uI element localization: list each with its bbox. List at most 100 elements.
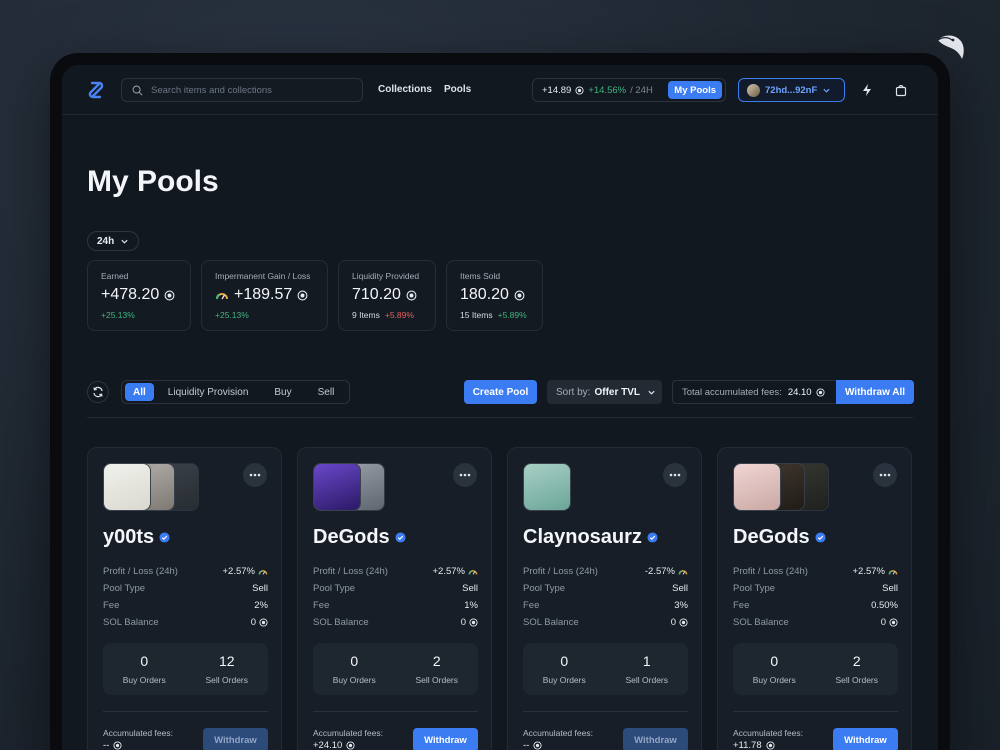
filter-tab-liquidity-provision[interactable]: Liquidity Provision	[156, 383, 261, 401]
sol-coin-icon	[766, 741, 775, 750]
pool-row-fee: Fee 1%	[313, 600, 478, 611]
create-pool-button[interactable]: Create Pool	[464, 380, 537, 404]
stat-change: +5.89%	[384, 310, 414, 320]
period-dropdown[interactable]: 24h	[87, 231, 139, 251]
sol-coin-icon	[889, 618, 898, 627]
stat-value: 710.20	[352, 286, 401, 303]
nav-link-collections[interactable]: Collections	[378, 84, 432, 95]
filter-tab-buy[interactable]: Buy	[262, 383, 303, 401]
more-options-button[interactable]	[663, 463, 687, 487]
gauge-icon	[468, 570, 478, 575]
pool-name: DeGods	[313, 526, 390, 548]
more-options-button[interactable]	[873, 463, 897, 487]
wallet-button[interactable]: 72hd...92nF	[738, 78, 845, 102]
gauge-icon	[888, 570, 898, 575]
row-label: Fee	[103, 600, 120, 611]
filter-tab-sell[interactable]: Sell	[306, 383, 347, 401]
gauge-icon	[258, 570, 268, 575]
buy-orders[interactable]: 0 Buy Orders	[313, 643, 396, 695]
sol-ticker: +14.89 +14.56% / 24H My Pools	[532, 78, 726, 102]
row-label: Fee	[523, 600, 540, 611]
ellipsis-icon	[459, 473, 471, 477]
brand-logo-icon[interactable]	[84, 78, 108, 102]
sell-orders-label: Sell Orders	[415, 675, 458, 685]
buy-orders[interactable]: 0 Buy Orders	[733, 643, 816, 695]
pool-row-type: Pool Type Sell	[313, 583, 478, 594]
accumulated-fees-label: Accumulated fees:	[313, 728, 383, 738]
search-box[interactable]	[121, 78, 363, 102]
buy-orders-count: 0	[140, 653, 149, 669]
row-value: 0	[881, 617, 898, 628]
sol-coin-icon	[514, 290, 525, 300]
row-value: -2.57%	[645, 566, 688, 577]
pool-name: DeGods	[733, 526, 810, 548]
wallet-avatar	[747, 83, 760, 97]
profit-loss-value: +2.57%	[852, 566, 886, 577]
pool-name-row: Claynosaurz	[523, 526, 658, 549]
sol-balance-value: 0	[670, 617, 676, 628]
fees-label: Total accumulated fees:	[682, 386, 782, 398]
withdraw-button[interactable]: Withdraw	[203, 728, 268, 750]
shopping-bag-icon[interactable]	[894, 83, 908, 97]
pool-card[interactable]: DeGods Profit / Loss (24h) +2.57% Pool T…	[297, 447, 492, 750]
refresh-button[interactable]	[87, 381, 109, 403]
sol-coin-icon	[346, 741, 355, 750]
stat-value: +189.57	[234, 286, 293, 303]
row-label: SOL Balance	[523, 617, 579, 628]
buy-orders-count: 0	[350, 653, 359, 669]
nav-link-pools[interactable]: Pools	[444, 84, 471, 95]
period-value: 24h	[97, 235, 115, 247]
row-value: 1%	[464, 600, 478, 611]
accumulated-fees-label: Accumulated fees:	[103, 728, 173, 738]
verified-badge-icon	[159, 532, 170, 543]
orders-panel: 0 Buy Orders 2 Sell Orders	[733, 643, 898, 695]
sell-orders[interactable]: 2 Sell Orders	[816, 643, 899, 695]
more-options-button[interactable]	[453, 463, 477, 487]
more-options-button[interactable]	[243, 463, 267, 487]
buy-orders-label: Buy Orders	[122, 675, 166, 685]
stat-value: +478.20	[101, 286, 160, 303]
ticker-change: +14.56%	[588, 84, 627, 96]
pool-row-profit-loss: Profit / Loss (24h) -2.57%	[523, 566, 688, 577]
buy-orders-count: 0	[560, 653, 569, 669]
device-frame: Collections Pools +14.89 +14.56% / 24H M…	[50, 53, 950, 750]
nft-thumbnail	[313, 463, 361, 511]
ellipsis-icon	[249, 473, 261, 477]
pool-card[interactable]: Claynosaurz Profit / Loss (24h) -2.57% P…	[507, 447, 702, 750]
sort-dropdown[interactable]: Sort by: Offer TVL	[547, 380, 662, 404]
stat-earned: Earned +478.20 +25.13%	[87, 260, 191, 331]
buy-orders-label: Buy Orders	[542, 675, 586, 685]
buy-orders-label: Buy Orders	[752, 675, 796, 685]
row-value: Sell	[672, 583, 688, 594]
sol-balance-value: 0	[880, 617, 886, 628]
refresh-icon	[93, 386, 103, 398]
sell-orders[interactable]: 1 Sell Orders	[606, 643, 689, 695]
my-pools-button[interactable]: My Pools	[668, 81, 722, 99]
sell-orders[interactable]: 2 Sell Orders	[396, 643, 479, 695]
card-divider	[103, 711, 268, 712]
buy-orders-label: Buy Orders	[332, 675, 376, 685]
lightning-icon[interactable]	[860, 83, 874, 97]
withdraw-all-button[interactable]: Withdraw All	[836, 380, 914, 404]
accumulated-fees-value: +11.78	[733, 740, 762, 750]
filter-tab-all[interactable]: All	[125, 383, 154, 401]
buy-orders[interactable]: 0 Buy Orders	[103, 643, 186, 695]
sort-value: Offer TVL	[594, 386, 641, 398]
total-fees-panel: Total accumulated fees: 24.10 Withdraw A…	[672, 380, 914, 404]
pool-row-fee: Fee 3%	[523, 600, 688, 611]
withdraw-button[interactable]: Withdraw	[413, 728, 478, 750]
pool-card[interactable]: y00ts Profit / Loss (24h) +2.57% Pool Ty…	[87, 447, 282, 750]
pool-card[interactable]: DeGods Profit / Loss (24h) +2.57% Pool T…	[717, 447, 912, 750]
gauge-icon	[678, 570, 688, 575]
search-input[interactable]	[151, 84, 351, 96]
pool-filter-tabs: All Liquidity Provision Buy Sell	[121, 380, 351, 404]
stat-change: +25.13%	[215, 310, 249, 320]
row-value: 0	[461, 617, 478, 628]
sell-orders[interactable]: 12 Sell Orders	[186, 643, 269, 695]
buy-orders[interactable]: 0 Buy Orders	[523, 643, 606, 695]
accumulated-fees-value-row: --	[523, 740, 542, 750]
withdraw-button[interactable]: Withdraw	[833, 728, 898, 750]
pool-row-sol-balance: SOL Balance 0	[103, 617, 268, 628]
orders-panel: 0 Buy Orders 1 Sell Orders	[523, 643, 688, 695]
withdraw-button[interactable]: Withdraw	[623, 728, 688, 750]
